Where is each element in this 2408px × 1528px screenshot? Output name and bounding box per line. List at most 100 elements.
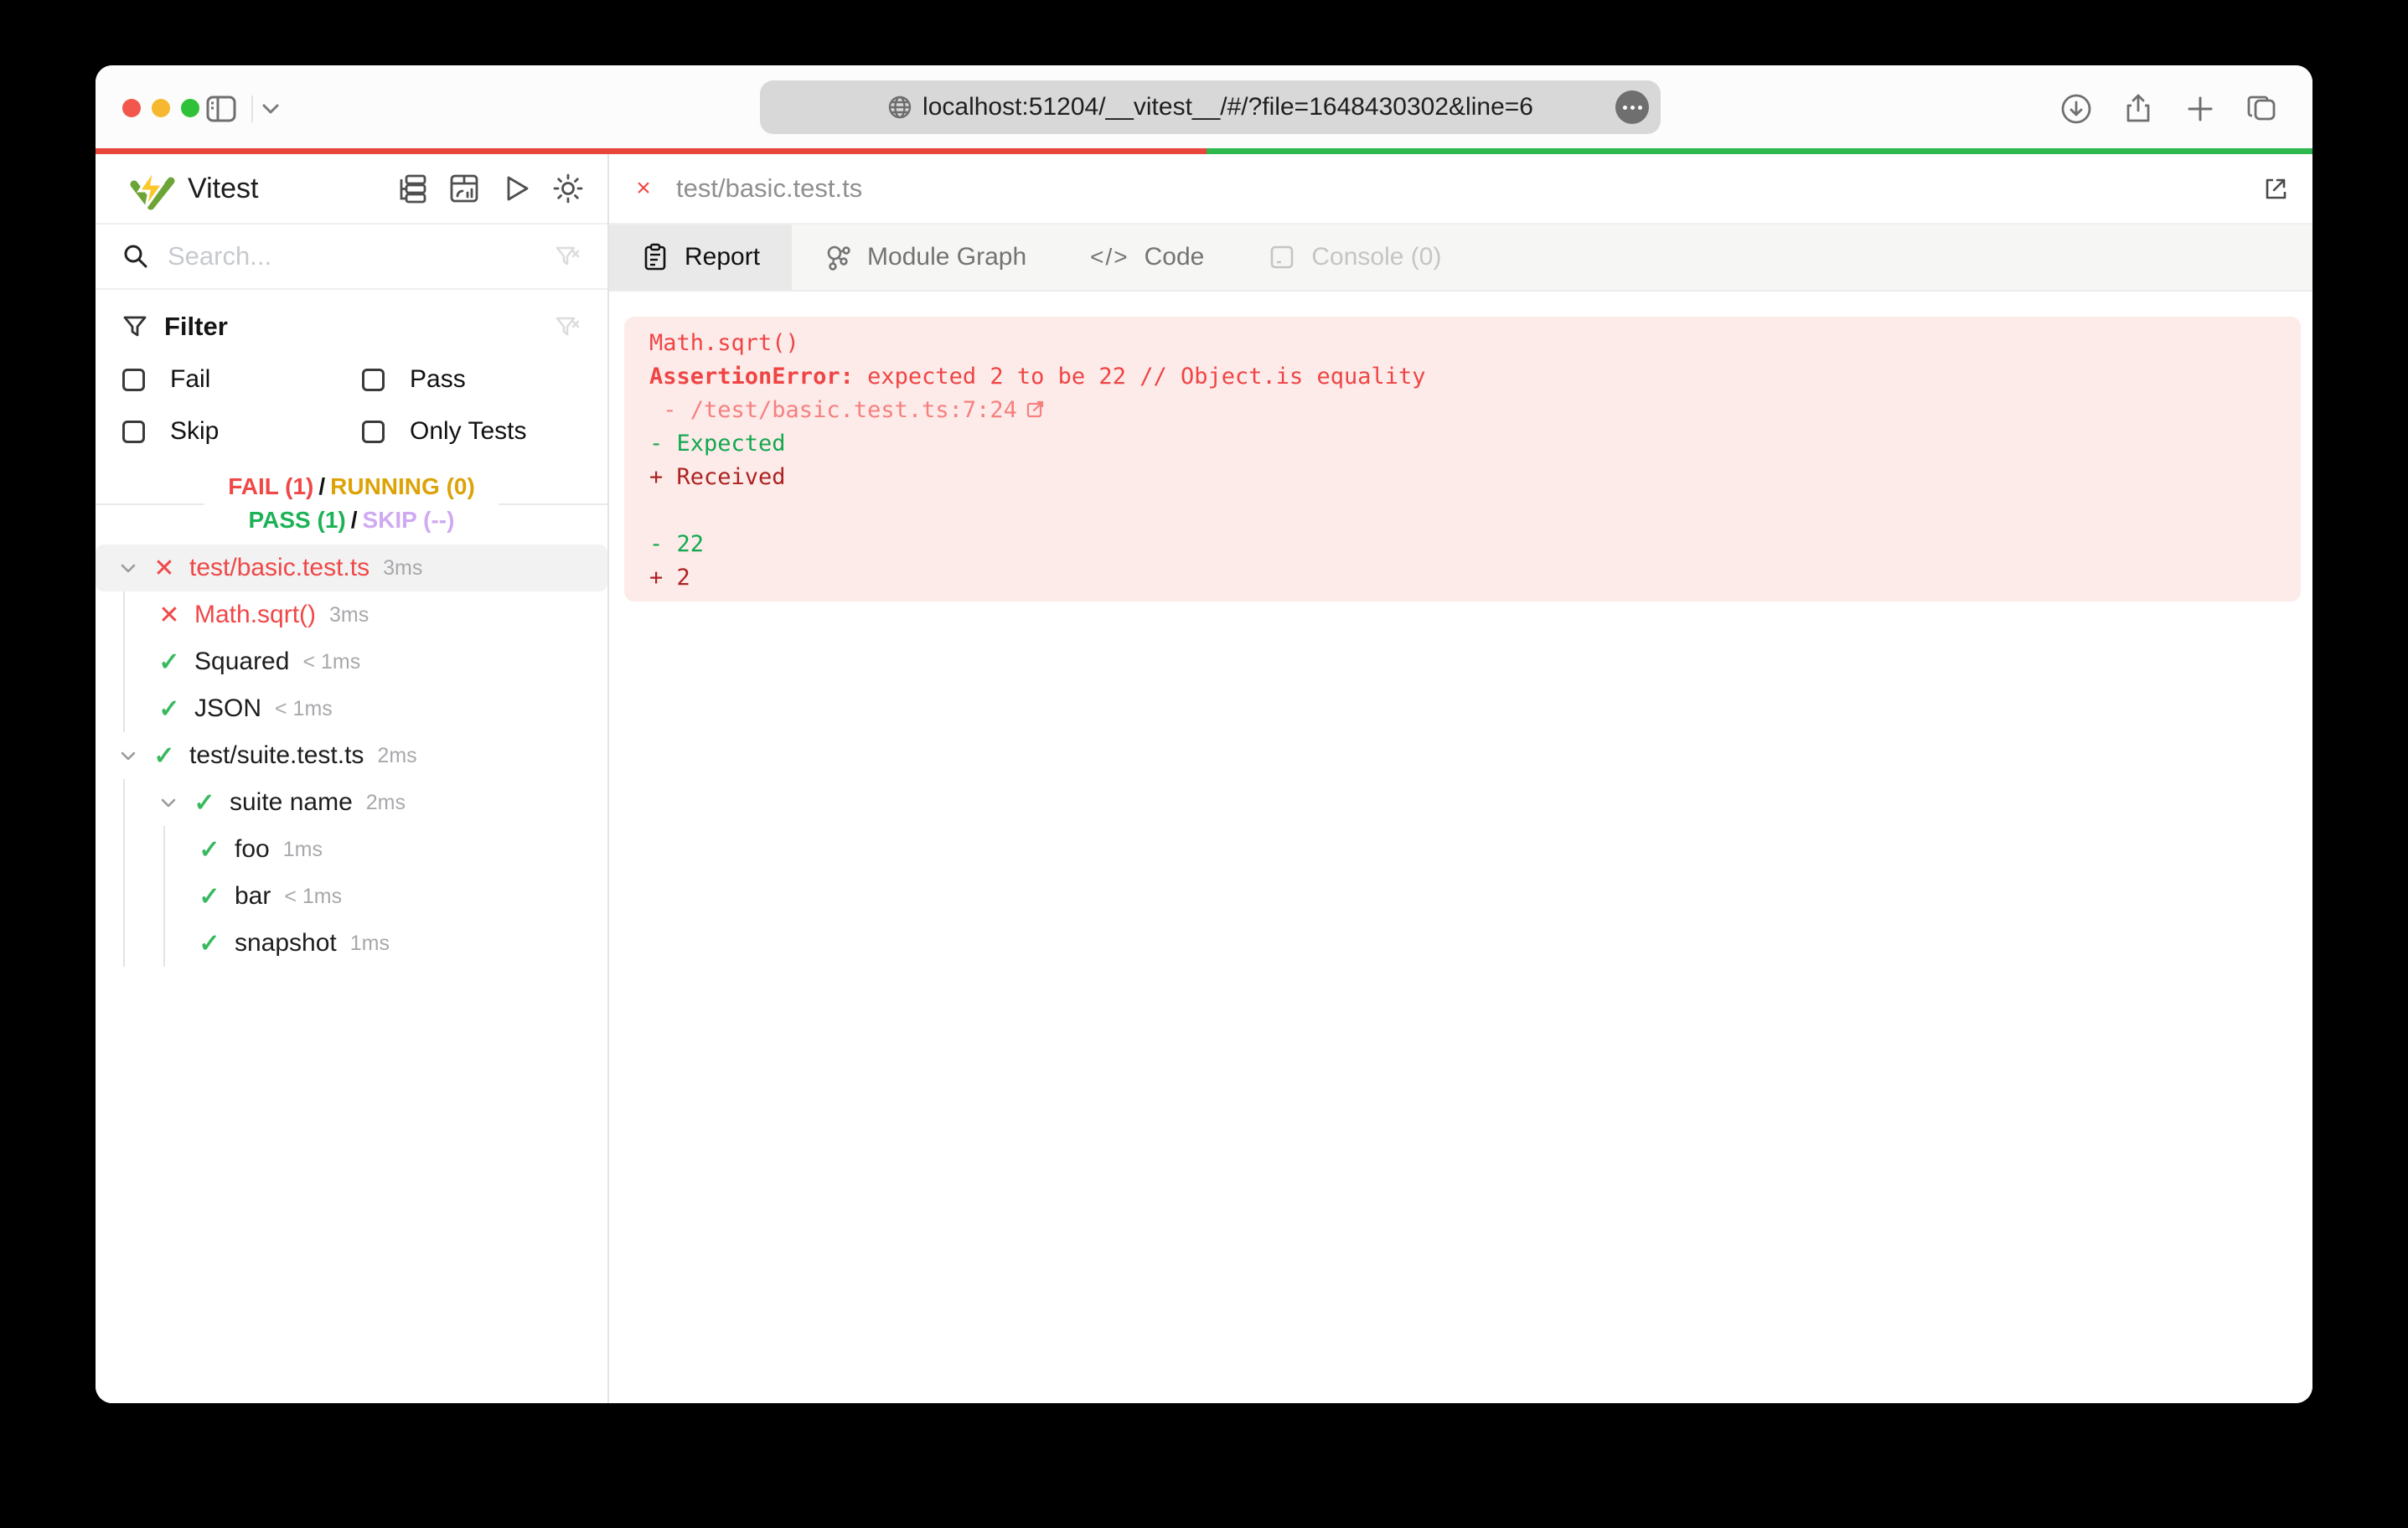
tab-label: Report xyxy=(685,243,761,271)
filter-icon xyxy=(122,314,147,339)
search-icon xyxy=(122,243,149,270)
tab-label: Console (0) xyxy=(1311,243,1442,271)
filter-option-fail[interactable]: Fail xyxy=(122,365,362,394)
pass-icon xyxy=(152,741,176,771)
chevron-down-icon[interactable] xyxy=(117,745,139,767)
tree-row-squared[interactable]: Squared < 1ms xyxy=(96,638,607,685)
test-progress-bar xyxy=(96,148,2312,154)
vitest-ui: Vitest Search... Filter Fail Pass Skip O… xyxy=(96,154,2312,1403)
test-duration: 3ms xyxy=(383,555,423,580)
view-tabs: Report Module Graph </> Code Console (0) xyxy=(609,225,2312,292)
pass-icon xyxy=(193,788,216,818)
filter-header: Filter xyxy=(122,307,581,347)
tree-row-suite-name[interactable]: suite name 2ms xyxy=(96,779,607,826)
test-name: snapshot xyxy=(235,929,337,957)
browser-toolbar: localhost:51204/__vitest__/#/?file=16484… xyxy=(96,65,2312,154)
tab-label: Code xyxy=(1144,243,1205,271)
new-tab-icon[interactable] xyxy=(2183,92,2217,126)
tab-label: Module Graph xyxy=(867,243,1027,271)
checkbox-skip[interactable] xyxy=(122,420,145,443)
tab-code[interactable]: </> Code xyxy=(1058,225,1236,290)
pass-icon xyxy=(198,835,221,865)
error-report-panel: Math.sqrt() AssertionError: expected 2 t… xyxy=(624,317,2301,601)
checkbox-only-tests[interactable] xyxy=(362,420,385,443)
diff-blank-line xyxy=(649,494,2276,528)
pass-icon xyxy=(158,648,181,677)
pass-icon xyxy=(198,882,221,911)
test-name: Squared xyxy=(194,648,290,675)
close-file-icon[interactable]: × xyxy=(631,174,656,203)
clear-filter-icon[interactable] xyxy=(554,313,581,340)
chevron-down-icon[interactable] xyxy=(158,792,179,813)
address-bar[interactable]: localhost:51204/__vitest__/#/?file=16484… xyxy=(760,80,1661,134)
search-input[interactable] xyxy=(168,241,535,271)
filter-option-pass[interactable]: Pass xyxy=(362,365,581,394)
chevron-down-icon[interactable] xyxy=(261,101,280,117)
theme-toggle-icon[interactable] xyxy=(552,173,584,204)
downloads-icon[interactable] xyxy=(2059,92,2093,126)
tree-row-snapshot[interactable]: snapshot 1ms xyxy=(96,920,607,967)
filter-panel: Filter Fail Pass Skip Only Tests xyxy=(96,290,607,446)
tab-overview-icon[interactable] xyxy=(2245,92,2279,126)
test-name: JSON xyxy=(194,694,262,722)
assertion-error-line: AssertionError: expected 2 to be 22 // O… xyxy=(649,364,1426,390)
tree-row-math-sqrt[interactable]: Math.sqrt() 3ms xyxy=(96,591,607,638)
open-in-editor-icon[interactable] xyxy=(2261,173,2291,204)
page-settings-button[interactable] xyxy=(1615,90,1649,124)
search-bar xyxy=(96,225,607,290)
checkbox-pass[interactable] xyxy=(362,368,385,391)
tree-row-json[interactable]: JSON < 1ms xyxy=(96,685,607,732)
test-tree: test/basic.test.ts 3ms Math.sqrt() 3ms S… xyxy=(96,545,607,1403)
sidebar-toggle-icon[interactable] xyxy=(206,96,236,122)
tree-row-suite-test[interactable]: test/suite.test.ts 2ms xyxy=(96,732,607,779)
test-name: bar xyxy=(235,882,271,910)
filter-option-only-tests[interactable]: Only Tests xyxy=(362,417,581,446)
tree-row-foo[interactable]: foo 1ms xyxy=(96,826,607,873)
fail-icon xyxy=(158,601,181,630)
open-file-header: × test/basic.test.ts xyxy=(609,154,2312,225)
filter-option-skip[interactable]: Skip xyxy=(122,417,362,446)
tab-console[interactable]: Console (0) xyxy=(1236,225,1473,290)
test-name: Math.sqrt() xyxy=(194,601,317,628)
checkbox-fail[interactable] xyxy=(122,368,145,391)
tree-row-bar[interactable]: bar < 1ms xyxy=(96,873,607,920)
fail-icon xyxy=(152,554,176,583)
test-duration: 3ms xyxy=(329,602,369,627)
progress-fail-segment xyxy=(96,148,1207,154)
tree-row-basic-test[interactable]: test/basic.test.ts 3ms xyxy=(96,545,607,591)
test-duration: 1ms xyxy=(349,931,390,955)
diff-received-label: + Received xyxy=(649,464,786,490)
test-file-name: test/basic.test.ts xyxy=(189,554,370,581)
tab-report[interactable]: Report xyxy=(609,225,793,290)
test-summary: FAIL (1) / RUNNING (0) PASS (1) / SKIP (--) xyxy=(96,470,607,537)
filter-options: Fail Pass Skip Only Tests xyxy=(122,365,581,446)
console-icon xyxy=(1268,243,1296,271)
globe-icon xyxy=(887,95,912,120)
test-duration: 2ms xyxy=(377,743,417,767)
close-window-button[interactable] xyxy=(122,99,141,117)
sidebar-header: Vitest xyxy=(96,154,607,225)
summary-line-1: FAIL (1) / RUNNING (0) xyxy=(228,473,475,499)
report-icon xyxy=(641,243,669,271)
test-name: foo xyxy=(235,835,270,863)
suite-name: suite name xyxy=(230,788,353,816)
vitest-logo-icon xyxy=(129,166,176,213)
chevron-down-icon[interactable] xyxy=(117,557,139,579)
main-panel: × test/basic.test.ts Report Module Graph… xyxy=(609,154,2312,1403)
test-duration: < 1ms xyxy=(302,649,361,674)
share-icon[interactable] xyxy=(2121,92,2155,126)
diff-expected-label: - Expected xyxy=(649,431,786,457)
sidebar: Vitest Search... Filter Fail Pass Skip O… xyxy=(96,154,609,1403)
clear-search-filter-icon[interactable] xyxy=(554,243,581,270)
tab-module-graph[interactable]: Module Graph xyxy=(792,225,1058,290)
app-title: Vitest xyxy=(188,173,259,204)
run-all-icon[interactable] xyxy=(500,173,532,204)
minimize-window-button[interactable] xyxy=(152,99,170,117)
error-location-line[interactable]: - /test/basic.test.ts:7:24 xyxy=(649,394,2276,427)
dashboard-icon[interactable] xyxy=(448,173,480,204)
test-duration: 1ms xyxy=(282,837,323,861)
zoom-window-button[interactable] xyxy=(181,99,199,117)
list-tree-icon[interactable] xyxy=(396,173,428,204)
window-controls xyxy=(122,99,199,117)
open-location-icon[interactable] xyxy=(1026,399,1046,419)
